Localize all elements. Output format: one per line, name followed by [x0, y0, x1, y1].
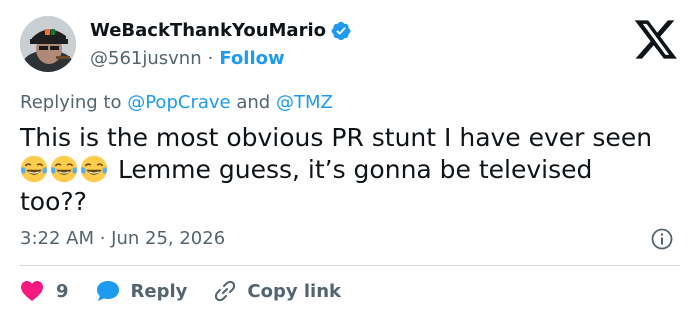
reply-button[interactable]: Reply: [95, 279, 188, 303]
avatar[interactable]: [20, 16, 76, 72]
heart-icon: [21, 281, 43, 301]
copy-link-button[interactable]: Copy link: [213, 279, 341, 303]
reply-bubble-icon: [96, 281, 119, 301]
replying-prefix: Replying to: [20, 92, 122, 113]
tweet-text: This is the most obvious PR stunt I have…: [20, 122, 690, 218]
link-icon: [215, 280, 236, 302]
reply-label: Reply: [130, 280, 188, 302]
divider: [20, 265, 680, 266]
avatar-image: [20, 16, 76, 72]
face-with-tears-of-joy-icon: [80, 155, 108, 183]
face-with-tears-of-joy-icon: [20, 155, 48, 183]
copy-link-label: Copy link: [247, 280, 341, 302]
info-icon[interactable]: [650, 227, 674, 251]
tweet-text-line-1: This is the most obvious PR stunt I have…: [20, 123, 653, 152]
separator-dot: ·: [207, 48, 214, 69]
mention-tmz[interactable]: @TMZ: [276, 92, 333, 113]
user-handle[interactable]: @561jusvnn: [90, 48, 202, 69]
mention-popcrave[interactable]: @PopCrave: [127, 92, 230, 113]
like-count: 9: [56, 280, 69, 302]
face-with-tears-of-joy-icon: [50, 155, 78, 183]
tweet-text-line-3: too??: [20, 187, 87, 216]
follow-button[interactable]: Follow: [219, 48, 284, 69]
verified-badge-icon: [331, 21, 351, 40]
like-button[interactable]: 9: [20, 280, 69, 302]
tweet-text-line-2: Lemme guess, it’s gonna be televised: [20, 154, 690, 186]
replying-joiner: and: [236, 92, 271, 113]
x-logo-icon[interactable]: [633, 16, 679, 62]
tweet-timestamp[interactable]: 3:22 AM · Jun 25, 2026: [20, 228, 225, 249]
tweet-text-line-2-text: Lemme guess, it’s gonna be televised: [110, 155, 593, 184]
replying-to-line: Replying to @PopCrave and @TMZ: [20, 92, 333, 113]
display-name[interactable]: WeBackThankYouMario: [90, 20, 326, 41]
action-bar: 9 Reply Copy link: [20, 276, 341, 306]
